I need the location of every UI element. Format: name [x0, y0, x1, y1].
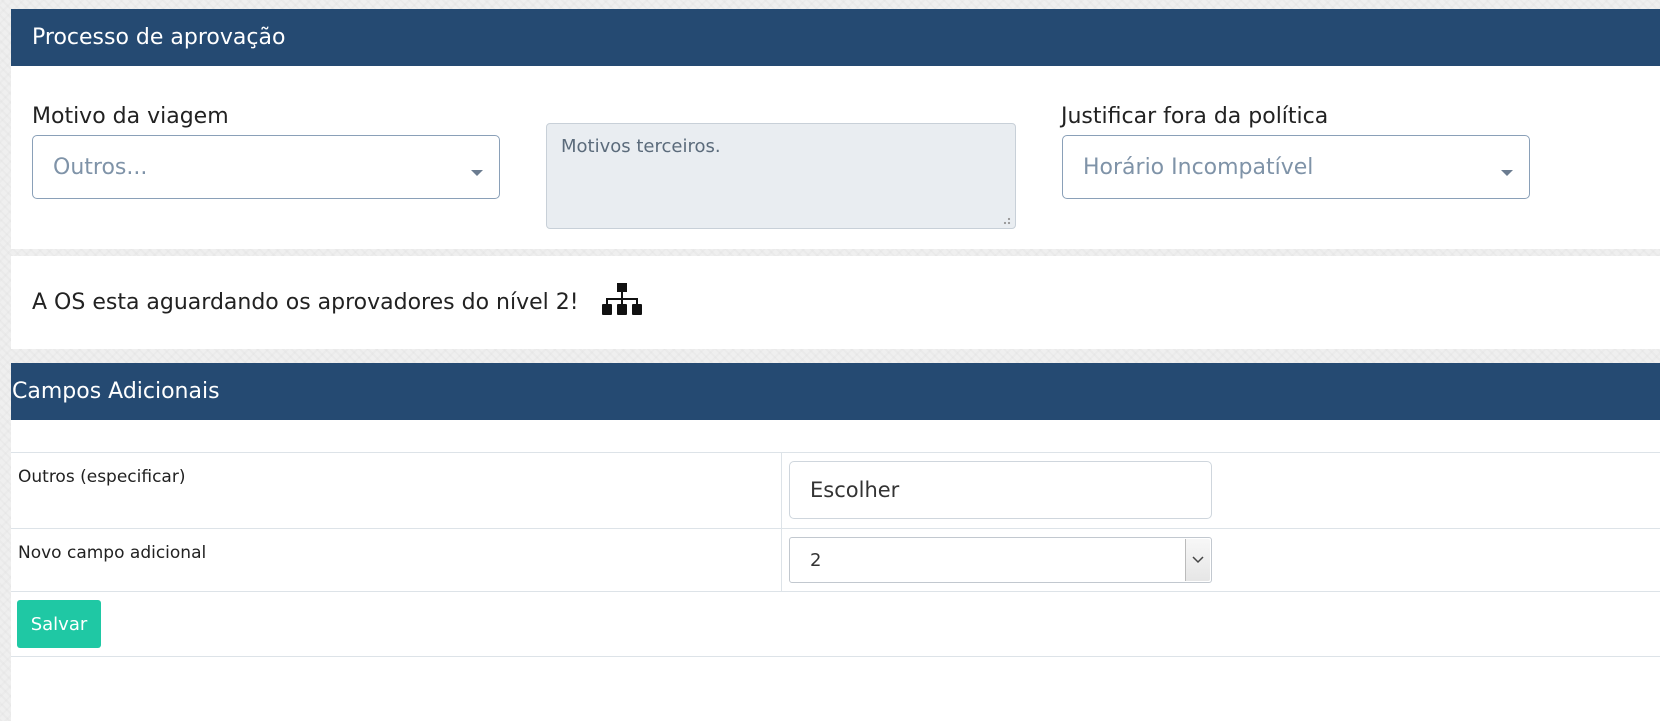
approval-process-header: Processo de aprovação [11, 9, 1660, 66]
field-label: Novo campo adicional [18, 543, 207, 563]
policy-justification-label: Justificar fora da política [1061, 104, 1329, 129]
trip-reason-value: Outros... [53, 154, 148, 180]
new-additional-field-value: 2 [810, 549, 822, 571]
additional-fields-header: Campos Adicionais [11, 363, 1660, 420]
save-row: Salvar [11, 592, 1660, 657]
table-row: Novo campo adicional 2 [11, 529, 1660, 592]
field-label: Outros (especificar) [18, 467, 186, 487]
hierarchy-icon[interactable] [601, 282, 643, 323]
trip-reason-label: Motivo da viagem [32, 104, 229, 129]
trip-reason-details-text: Motivos terceiros. [561, 136, 721, 157]
trip-reason-select[interactable]: Outros... [32, 135, 500, 199]
additional-fields-panel: Campos Adicionais Outros (especificar) E… [11, 363, 1660, 721]
approval-status-message: A OS esta aguardando os aprovadores do n… [32, 290, 579, 315]
approval-process-panel: Processo de aprovação Motivo da viagem O… [11, 9, 1660, 249]
policy-justification-value: Horário Incompatível [1083, 154, 1314, 180]
resize-grip-icon[interactable] [1001, 215, 1011, 225]
caret-down-icon [471, 170, 483, 176]
save-button[interactable]: Salvar [17, 600, 101, 648]
field-label-cell: Novo campo adicional [11, 529, 782, 591]
approval-status-row: A OS esta aguardando os aprovadores do n… [11, 256, 1660, 349]
table-row: Outros (especificar) Escolher [11, 453, 1660, 529]
new-additional-field-select[interactable]: 2 [789, 537, 1212, 583]
chevron-down-icon[interactable] [1185, 539, 1210, 581]
policy-justification-select[interactable]: Horário Incompatível [1062, 135, 1530, 199]
trip-reason-details-textarea[interactable]: Motivos terceiros. [546, 123, 1016, 229]
field-label-cell: Outros (especificar) [11, 453, 782, 528]
others-specify-input[interactable]: Escolher [789, 461, 1212, 519]
additional-fields-table: Outros (especificar) Escolher Novo campo… [11, 452, 1660, 657]
additional-fields-title: Campos Adicionais [12, 379, 220, 404]
others-specify-value: Escolher [810, 478, 900, 502]
caret-down-icon [1501, 170, 1513, 176]
approval-process-title: Processo de aprovação [32, 25, 286, 50]
